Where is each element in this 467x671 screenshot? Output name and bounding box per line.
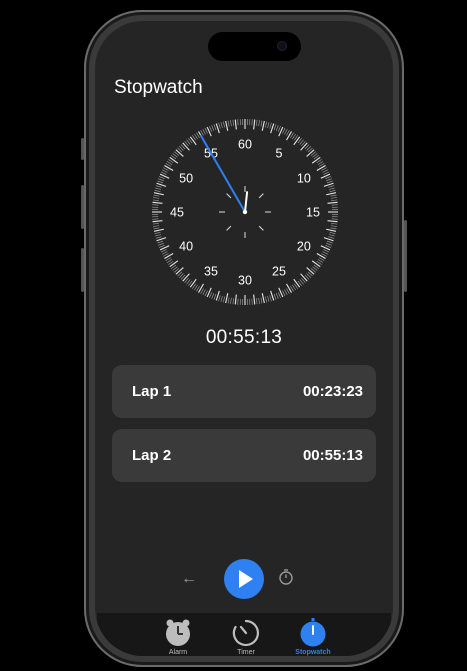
tab-stopwatch[interactable]: Stopwatch [283, 615, 343, 656]
camera-icon [278, 42, 286, 50]
tab-label: Timer [237, 649, 255, 656]
tab-label: Alarm [168, 649, 188, 656]
lap-label: Lap 2 [132, 447, 172, 464]
dial-label: 45 [170, 206, 184, 220]
elapsed-time: 00:55:13 [205, 327, 283, 348]
dial-label: 5 [276, 147, 283, 161]
minute-hand [244, 191, 249, 213]
tab-label: Stopwatch [295, 649, 331, 656]
screen: Stopwatch 60510152025303540455055 00:55:… [95, 21, 393, 656]
action-button [81, 138, 84, 160]
tab-timer[interactable]: Timer [216, 615, 276, 656]
play-icon [239, 570, 253, 588]
timer-icon [232, 619, 259, 647]
lap-time: 00:23:23 [302, 383, 363, 400]
dial-label: 30 [238, 274, 252, 288]
dial-label: 10 [297, 172, 311, 186]
lap-row[interactable]: Lap 2 00:55:13 [112, 429, 376, 482]
hand-pivot [242, 209, 248, 215]
dial-label: 60 [238, 138, 252, 152]
play-button[interactable] [224, 559, 264, 599]
lap-label: Lap 1 [132, 383, 172, 400]
dial-label: 20 [297, 240, 311, 254]
phone-frame: Stopwatch 60510152025303540455055 00:55:… [81, 10, 407, 667]
volume-up-button [81, 185, 84, 229]
stopwatch-dial: 60510152025303540455055 [152, 119, 338, 305]
power-button [404, 220, 407, 292]
dial-label: 35 [204, 264, 218, 278]
dial-label: 15 [306, 206, 320, 220]
stopwatch-icon [300, 618, 326, 647]
lap-time: 00:55:13 [302, 447, 363, 464]
page-title: Stopwatch [114, 77, 203, 98]
dial-label: 40 [179, 240, 193, 254]
tab-bar: Alarm Timer Stopwatch [97, 613, 391, 656]
stopwatch-outline-icon[interactable] [278, 568, 294, 591]
dial-label: 50 [179, 172, 193, 186]
lap-row[interactable]: Lap 1 00:23:23 [112, 365, 376, 418]
dial-label: 25 [272, 264, 286, 278]
volume-down-button [81, 248, 84, 292]
dynamic-island [208, 32, 301, 61]
tab-alarm[interactable]: Alarm [148, 615, 208, 656]
arrow-left-icon[interactable]: ← [181, 570, 197, 588]
alarm-clock-icon [166, 619, 190, 646]
